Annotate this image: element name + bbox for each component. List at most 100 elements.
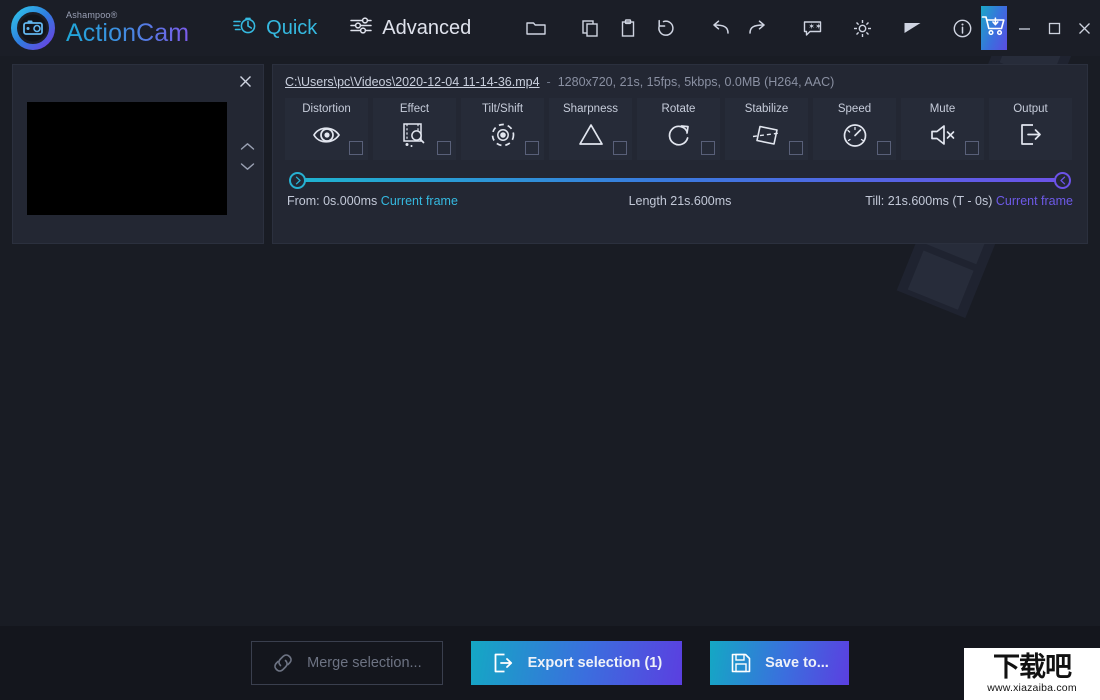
trim-labels: From: 0s.000ms Current frame Length 21s.… [285, 194, 1075, 212]
clipboard-icon [618, 18, 638, 38]
workspace: C:\Users\pc\Videos\2020-12-04 11-14-36.m… [0, 56, 1100, 626]
save-to-button[interactable]: Save to... [710, 641, 849, 685]
merge-selection-button[interactable]: Merge selection... [251, 641, 443, 685]
trim-from-label: From: 0s.000ms [287, 194, 378, 208]
effect-filmstrip-icon [400, 120, 430, 150]
tool-stabilize-label: Stabilize [744, 103, 789, 115]
merge-selection-label: Merge selection... [307, 655, 422, 671]
theme-button[interactable] [893, 9, 931, 47]
feedback-button[interactable]: ✶✶ [793, 9, 831, 47]
speed-gauge-icon [841, 120, 869, 150]
tool-sharpness-checkbox[interactable] [613, 141, 627, 155]
close-button[interactable] [1069, 6, 1099, 50]
folder-icon [525, 18, 547, 38]
undo-icon [709, 18, 731, 38]
trim-from-current-frame-link[interactable]: Current frame [381, 194, 458, 208]
clip-reorder-controls [237, 139, 257, 173]
rotate-icon [665, 120, 693, 150]
paste-button[interactable] [609, 9, 647, 47]
output-export-icon [1017, 120, 1045, 150]
trim-slider[interactable] [285, 172, 1075, 189]
trim-from-group: From: 0s.000ms Current frame [287, 194, 458, 208]
move-clip-up-button[interactable] [237, 139, 257, 153]
tool-speed[interactable]: Speed [813, 98, 896, 160]
toolbar-edit-group [571, 9, 685, 47]
sliders-icon [349, 15, 373, 41]
actioncam-window: Ashampoo® ActionCam Quick Advanced ✶✶ C:… [0, 0, 1100, 700]
redo-icon [747, 18, 769, 38]
tool-speed-checkbox[interactable] [877, 141, 891, 155]
link-chain-icon [272, 652, 294, 674]
redo-button[interactable] [739, 9, 777, 47]
tool-tilt-shift[interactable]: Tilt/Shift [461, 98, 544, 160]
tool-rotate[interactable]: Rotate [637, 98, 720, 160]
open-folder-button[interactable] [517, 9, 555, 47]
tool-distortion-checkbox[interactable] [349, 141, 363, 155]
stabilize-icon [750, 120, 784, 150]
clip-preview[interactable] [27, 102, 227, 215]
window-controls [1009, 6, 1100, 50]
mode-tabs: Quick Advanced [231, 12, 473, 44]
title-bar: Ashampoo® ActionCam Quick Advanced ✶✶ [0, 0, 1100, 56]
info-button[interactable] [943, 9, 981, 47]
file-metadata: 1280x720, 21s, 15fps, 5kbps, 0.0MB (H264… [557, 75, 835, 89]
settings-button[interactable] [843, 9, 881, 47]
reset-button[interactable] [647, 9, 685, 47]
maximize-button[interactable] [1039, 6, 1069, 50]
tool-effect[interactable]: Effect [373, 98, 456, 160]
app-title: ActionCam [66, 18, 190, 47]
tool-output-label: Output [1013, 103, 1048, 115]
toolbar-file-group [517, 9, 555, 47]
watermark-url: www.xiazaiba.com [987, 682, 1077, 694]
buy-button[interactable] [981, 6, 1008, 50]
minimize-button[interactable] [1009, 6, 1039, 50]
distortion-eye-icon [311, 120, 343, 150]
tool-stabilize-checkbox[interactable] [789, 141, 803, 155]
sharpness-triangle-icon [576, 120, 606, 150]
undo-button[interactable] [701, 9, 739, 47]
tools-row: Distortion Effect Tilt/Shift Sharpness R… [285, 98, 1075, 160]
tool-mute-checkbox[interactable] [965, 141, 979, 155]
reset-icon [655, 18, 677, 38]
trim-till-label: Till: 21s.600ms (T - 0s) [865, 194, 993, 208]
contrast-icon [902, 18, 923, 38]
toolbar-app-group: ✶✶ [793, 9, 981, 47]
tool-output[interactable]: Output [989, 98, 1072, 160]
export-selection-label: Export selection (1) [527, 655, 663, 671]
clip-edit-panel: C:\Users\pc\Videos\2020-12-04 11-14-36.m… [272, 64, 1088, 244]
copy-button[interactable] [571, 9, 609, 47]
toolbar-history-group [701, 9, 777, 47]
footer-actions: Merge selection... Export selection (1) … [0, 626, 1100, 700]
tool-rotate-checkbox[interactable] [701, 141, 715, 155]
tab-advanced[interactable]: Advanced [347, 12, 473, 44]
mute-speaker-icon [928, 120, 958, 150]
trim-start-handle[interactable] [289, 172, 306, 189]
app-logo-icon [10, 5, 56, 51]
clip-editor-row: C:\Users\pc\Videos\2020-12-04 11-14-36.m… [0, 56, 1100, 244]
clip-thumbnail-card [12, 64, 264, 244]
tool-distortion[interactable]: Distortion [285, 98, 368, 160]
tool-sharpness[interactable]: Sharpness [549, 98, 632, 160]
tool-distortion-label: Distortion [302, 103, 351, 115]
cart-download-icon [981, 14, 1007, 43]
save-to-label: Save to... [765, 655, 829, 671]
tool-tilt-shift-label: Tilt/Shift [481, 103, 524, 115]
tab-quick-label: Quick [266, 16, 318, 39]
trim-slider-track[interactable] [299, 178, 1061, 182]
stopwatch-icon [233, 15, 257, 41]
watermark-text: 下载吧 [993, 652, 1072, 683]
export-selection-button[interactable]: Export selection (1) [470, 641, 683, 685]
file-path-link[interactable]: C:\Users\pc\Videos\2020-12-04 11-14-36.m… [285, 75, 540, 89]
remove-clip-button[interactable] [235, 71, 255, 91]
trim-end-handle[interactable] [1054, 172, 1071, 189]
info-icon [952, 18, 973, 39]
tool-tilt-shift-checkbox[interactable] [525, 141, 539, 155]
tab-quick[interactable]: Quick [231, 12, 319, 44]
tab-advanced-label: Advanced [382, 16, 472, 39]
trim-till-current-frame-link[interactable]: Current frame [996, 194, 1073, 208]
file-separator: - [546, 75, 551, 89]
tool-stabilize[interactable]: Stabilize [725, 98, 808, 160]
tool-mute[interactable]: Mute [901, 98, 984, 160]
move-clip-down-button[interactable] [237, 159, 257, 173]
tool-effect-checkbox[interactable] [437, 141, 451, 155]
